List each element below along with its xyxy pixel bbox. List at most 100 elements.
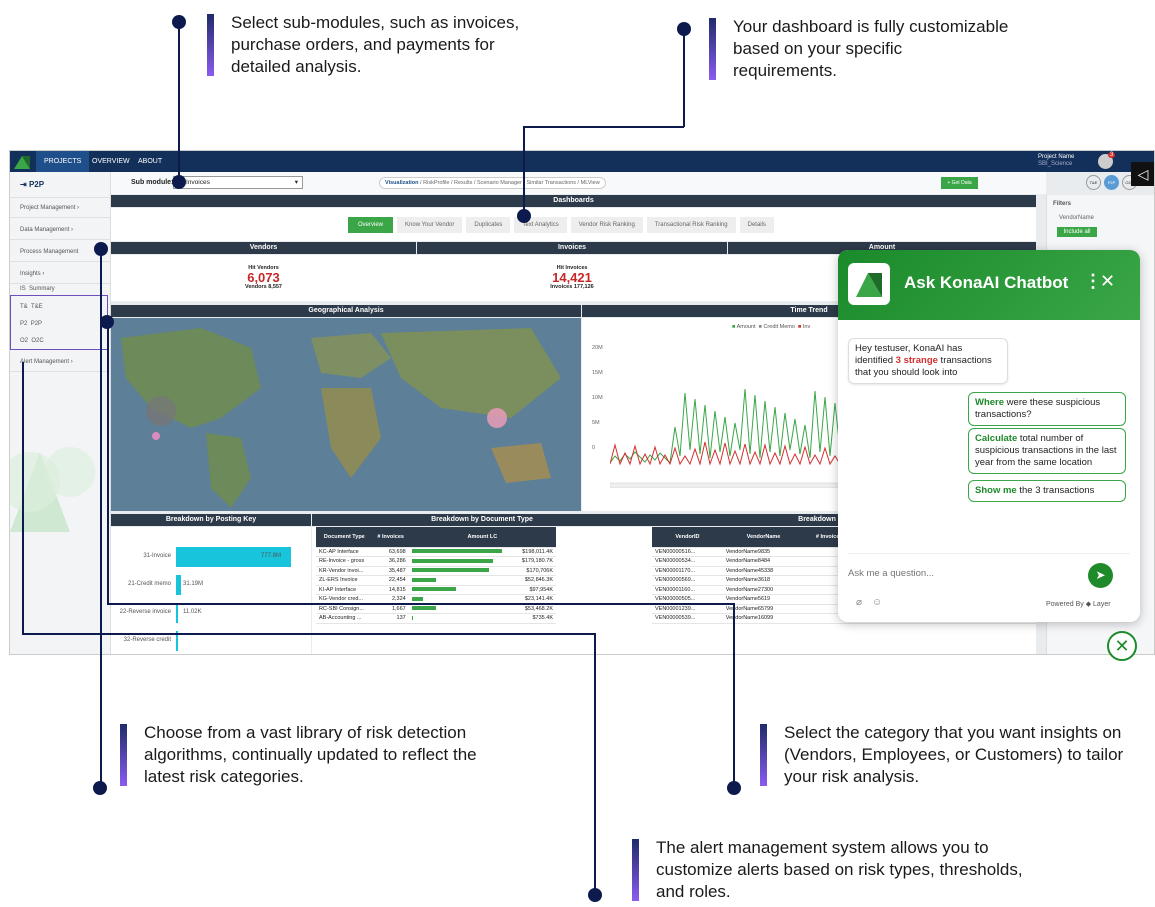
category-circle-p2p[interactable]: P2P <box>1104 175 1119 190</box>
table-row[interactable]: RC-SBI Consign... 1,667 $53,468.2K <box>316 604 556 614</box>
callout-category: Select the category that you want insigh… <box>760 722 1150 788</box>
filters-title: Filters <box>1053 201 1072 207</box>
connector-line <box>523 126 684 128</box>
connector-line <box>22 633 595 635</box>
top-navigation-bar: PROJECTS OVERVIEW ABOUT Project Name SBI_… <box>10 151 1154 172</box>
sidebar-item-alert-management[interactable]: Alert Management › <box>10 352 111 372</box>
table-row[interactable]: KR-Vendor invoi... 35,487 $170,706K <box>316 566 556 576</box>
posting-key-chart: 31-Invoice 777.8M 21-Credit memo 31.19M 22-R… <box>111 527 311 654</box>
map-bubble-mx <box>152 432 160 440</box>
table-cell: $53,468.2K <box>514 604 556 614</box>
hit-vendors-kpi: Hit Vendors 6,073 Vendors 8,557 <box>245 265 282 290</box>
table-cell: ZL-ERS Invoice <box>316 575 373 586</box>
table-row[interactable]: RE-Invoice - gross 36,286 $179,180.7K <box>316 556 556 567</box>
posting-key-bar[interactable] <box>176 575 181 595</box>
hit-invoices-kpi: Hit Invoices 14,421 Invoices 177,126 <box>550 265 594 290</box>
chat-close-fab[interactable]: ✕ <box>1107 631 1137 661</box>
suggestion-show-me[interactable]: Show me the 3 transactions <box>968 480 1126 502</box>
chat-input[interactable] <box>848 563 1078 583</box>
posting-key-label: 22-Reverse invoice <box>119 609 171 615</box>
chatbot-panel: Ask KonaAI Chatbot ⋮ ✕ Hey testuser, Kon… <box>838 250 1140 622</box>
tab-vendor-risk-ranking[interactable]: Vendor Risk Ranking <box>570 217 643 233</box>
amount-bar <box>411 577 436 582</box>
sidebar-item-data-management[interactable]: Data Management › <box>10 220 111 240</box>
table-row[interactable]: KC-AP Interface 63,698 $198,011.4K <box>316 547 556 557</box>
table-row[interactable]: KI-AP Interface 14,815 $97,954K <box>316 585 556 595</box>
bar-cell <box>408 575 515 586</box>
table-row[interactable]: ZL-ERS Invoice 22,454 $52,846.3K <box>316 575 556 586</box>
table-row[interactable]: AB-Accounting ... 137 $735.4K <box>316 613 556 624</box>
posting-key-label: 31-Invoice <box>143 553 171 559</box>
geo-header: Geographical Analysis <box>111 305 581 317</box>
amount-bar <box>411 558 493 563</box>
bar-cell <box>408 613 515 624</box>
table-cell: VendorName27300 <box>722 585 805 595</box>
table-cell: VendorName65799 <box>722 604 805 614</box>
tab-overview-dashboard[interactable]: Overview <box>348 217 394 233</box>
bar-cell <box>408 566 515 576</box>
emoji-icon[interactable]: ☺ <box>872 597 882 608</box>
filter-field[interactable]: VendorName <box>1047 213 1154 223</box>
attachment-icon[interactable]: ⌀ <box>856 597 862 608</box>
sidebar-module-p2p[interactable]: ⇥ P2P <box>10 172 111 198</box>
amount-bar <box>411 606 436 611</box>
connector-dot <box>172 175 186 189</box>
suggestion-calculate[interactable]: Calculate total number of suspicious tra… <box>968 428 1126 474</box>
tab-know-your-vendor[interactable]: Know Your Vendor <box>397 217 463 233</box>
chevron-down-icon: ▾ <box>294 179 298 186</box>
close-icon[interactable]: ✕ <box>1100 270 1115 292</box>
bar-cell <box>408 585 515 595</box>
submodule-select[interactable]: Invoices ▾ <box>173 176 303 189</box>
table-cell: 14,815 <box>372 585 409 595</box>
callout-alerts: The alert management system allows you t… <box>632 837 1032 903</box>
sidebar-item-o2c[interactable]: O2 O2C <box>10 331 111 351</box>
tab-projects[interactable]: PROJECTS <box>36 151 90 172</box>
tab-transactional-risk-ranking[interactable]: Transactional Risk Ranking <box>646 217 736 233</box>
sidebar-item-project-management[interactable]: Project Management › <box>10 198 111 218</box>
amount-bar <box>411 615 413 620</box>
doctype-table-wrap: Document Type # Invoices Amount LC KC-AP In… <box>312 527 652 654</box>
send-icon[interactable]: ◁ <box>1131 162 1154 186</box>
table-cell: $179,180.7K <box>514 556 556 567</box>
table-cell: VEN00000539... <box>652 613 723 624</box>
doctype-header: Breakdown by Document Type <box>312 514 652 526</box>
table-cell: VEN00000569... <box>652 575 723 586</box>
tab-about[interactable]: ABOUT <box>130 151 170 172</box>
connector-line <box>107 321 109 604</box>
connector-line <box>22 362 24 634</box>
toolbar: Sub module:* Invoices ▾ Visualization / R… <box>111 172 1046 194</box>
connector-dot <box>172 15 186 29</box>
bot-message: Hey testuser, KonaAI has identified 3 st… <box>848 338 1008 384</box>
dashboards-header: Dashboards <box>111 195 1036 207</box>
table-cell: $170,706K <box>514 566 556 576</box>
tab-details[interactable]: Details <box>739 217 774 233</box>
posting-key-label: 32-Reverse credit <box>123 637 171 643</box>
table-cell: KC-AP Interface <box>316 547 373 557</box>
send-message-button[interactable]: ➤ <box>1088 563 1113 588</box>
table-cell: KR-Vendor invoi... <box>316 566 373 576</box>
suggestion-where[interactable]: Where were these suspicious transactions… <box>968 392 1126 426</box>
column-header: VendorName <box>722 527 805 548</box>
connector-dot <box>727 781 741 795</box>
get-data-button[interactable]: + Get Data <box>941 177 978 189</box>
table-cell: KI-AP Interface <box>316 585 373 595</box>
connector-dot <box>93 781 107 795</box>
amount-bar <box>411 596 423 601</box>
chatbot-title: Ask KonaAI Chatbot <box>904 273 1069 292</box>
tab-duplicates[interactable]: Duplicates <box>466 217 511 233</box>
connector-dot <box>677 22 691 36</box>
connector-line <box>523 126 525 216</box>
include-all-button[interactable]: Include all <box>1057 227 1097 237</box>
connector-line <box>107 603 734 605</box>
table-cell: VEN00001170... <box>652 566 723 576</box>
world-map-graphic <box>121 328 561 508</box>
map-bubble-asia <box>487 408 507 428</box>
world-map[interactable] <box>111 318 581 511</box>
bar-cell <box>408 604 515 614</box>
notification-badge: 3 <box>1108 152 1116 158</box>
category-circle-te[interactable]: T&E <box>1086 175 1101 190</box>
amount-bar <box>411 587 456 592</box>
posting-key-bar[interactable] <box>176 603 178 623</box>
chat-divider <box>848 553 1130 554</box>
posting-key-label: 21-Credit memo <box>127 581 171 587</box>
